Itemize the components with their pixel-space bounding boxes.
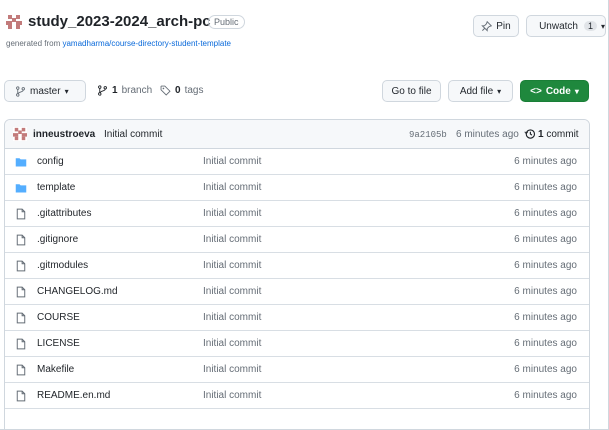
file-table: inneustroeva Initial commit 9a2105b 6 mi… — [4, 119, 590, 430]
file-commit-message[interactable]: Initial commit — [203, 234, 261, 245]
file-commit-message[interactable]: Initial commit — [203, 156, 261, 167]
latest-commit-row: inneustroeva Initial commit 9a2105b 6 mi… — [5, 120, 589, 149]
tags-link[interactable]: 0 tags — [160, 85, 203, 96]
file-name[interactable]: README.en.md — [37, 390, 110, 401]
add-file-label: Add file — [459, 85, 494, 97]
branch-name: master — [30, 85, 61, 97]
pin-label: Pin — [496, 20, 511, 32]
chevron-down-icon: ▾ — [497, 86, 502, 96]
file-row[interactable]: README.en.md Initial commit 6 minutes ago — [5, 383, 589, 409]
branch-icon — [98, 85, 107, 96]
file-icon — [16, 208, 26, 220]
file-icon — [16, 390, 26, 402]
file-row[interactable]: .gitattributes Initial commit 6 minutes ag… — [5, 201, 589, 227]
folder-icon — [15, 184, 27, 193]
file-name[interactable]: .gitattributes — [37, 208, 91, 219]
file-row[interactable]: LICENSE Initial commit 6 minutes ago — [5, 331, 589, 357]
repo-header: study_2023-2024_arch-pc Public generated… — [4, 10, 606, 60]
watch-count: 1 — [583, 21, 597, 31]
file-time: 6 minutes ago — [514, 338, 577, 349]
file-row[interactable]: CHANGELOG.md Initial commit 6 minutes ago — [5, 279, 589, 305]
chevron-down-icon: ▾ — [574, 86, 579, 96]
file-time: 6 minutes ago — [514, 234, 577, 245]
commit-count-link[interactable]: 1 commit — [538, 129, 579, 140]
branch-word: branch — [121, 85, 153, 96]
owner-avatar[interactable] — [6, 14, 22, 30]
tag-icon — [160, 85, 171, 96]
file-commit-message[interactable]: Initial commit — [203, 364, 261, 375]
file-name[interactable]: COURSE — [37, 312, 80, 323]
file-time: 6 minutes ago — [514, 312, 577, 323]
file-name[interactable]: template — [37, 182, 75, 193]
file-icon — [16, 286, 26, 298]
author-avatar[interactable] — [13, 127, 27, 141]
repo-page: study_2023-2024_arch-pc Public generated… — [0, 0, 609, 430]
folder-icon — [15, 158, 27, 167]
file-time: 6 minutes ago — [514, 208, 577, 219]
tag-count: 0 — [175, 85, 181, 96]
file-commit-message[interactable]: Initial commit — [203, 390, 261, 401]
file-name[interactable]: LICENSE — [37, 338, 80, 349]
file-commit-message[interactable]: Initial commit — [203, 208, 261, 219]
file-name[interactable]: .gitmodules — [37, 260, 88, 271]
commit-sha[interactable]: 9a2105b — [409, 130, 447, 140]
file-time: 6 minutes ago — [514, 364, 577, 375]
file-commit-message[interactable]: Initial commit — [203, 338, 261, 349]
visibility-badge: Public — [208, 15, 245, 29]
chevron-down-icon: ▾ — [600, 21, 605, 31]
file-icon — [16, 312, 26, 324]
unwatch-label: Unwatch — [539, 20, 578, 32]
commit-message[interactable]: Initial commit — [104, 129, 162, 140]
template-link[interactable]: yamadharma/course-directory-student-temp… — [62, 39, 231, 48]
file-commit-message[interactable]: Initial commit — [203, 182, 261, 193]
file-time: 6 minutes ago — [514, 182, 577, 193]
history-icon[interactable] — [524, 128, 536, 140]
repo-name[interactable]: study_2023-2024_arch-pc — [28, 13, 211, 30]
commit-time: 6 minutes ago — [456, 129, 519, 140]
code-label: Code — [545, 85, 571, 97]
file-time: 6 minutes ago — [514, 390, 577, 401]
file-commit-message[interactable]: Initial commit — [203, 260, 261, 271]
generated-prefix: generated from — [6, 39, 63, 48]
pin-button[interactable]: Pin — [473, 15, 519, 37]
file-icon — [16, 338, 26, 350]
chevron-down-icon: ▾ — [64, 86, 69, 96]
file-row[interactable]: COURSE Initial commit 6 minutes ago — [5, 305, 589, 331]
file-name[interactable]: Makefile — [37, 364, 74, 375]
file-row[interactable]: template Initial commit 6 minutes ago — [5, 175, 589, 201]
file-commit-message[interactable]: Initial commit — [203, 286, 261, 297]
file-commit-message[interactable]: Initial commit — [203, 312, 261, 323]
file-row[interactable]: .gitignore Initial commit 6 minutes ago — [5, 227, 589, 253]
commit-count: 1 — [538, 129, 544, 140]
commit-count-word: commit — [546, 129, 579, 140]
file-name[interactable]: CHANGELOG.md — [37, 286, 118, 297]
code-button[interactable]: <> Code ▾ — [520, 80, 589, 102]
add-file-button[interactable]: Add file ▾ — [448, 80, 513, 102]
file-time: 6 minutes ago — [514, 260, 577, 271]
file-row[interactable]: config Initial commit 6 minutes ago — [5, 149, 589, 175]
code-icon: <> — [530, 85, 542, 97]
file-time: 6 minutes ago — [514, 156, 577, 167]
pin-icon — [481, 20, 493, 32]
branches-link[interactable]: 1 branch — [97, 85, 152, 96]
generated-from: generated from yamadharma/course-directo… — [6, 39, 231, 48]
file-time: 6 minutes ago — [514, 286, 577, 297]
tag-word: tags — [184, 85, 204, 96]
branch-selector[interactable]: master ▾ — [4, 80, 86, 102]
file-icon — [16, 234, 26, 246]
branch-icon — [16, 85, 25, 97]
file-row[interactable]: .gitmodules Initial commit 6 minutes ago — [5, 253, 589, 279]
commit-author[interactable]: inneustroeva — [33, 129, 95, 140]
file-name[interactable]: config — [37, 156, 64, 167]
file-icon — [16, 260, 26, 272]
file-name[interactable]: .gitignore — [37, 234, 78, 245]
go-to-file-label: Go to file — [391, 85, 432, 97]
branch-count: 1 — [112, 85, 118, 96]
unwatch-button[interactable]: Unwatch 1 ▾ — [526, 15, 606, 37]
go-to-file-button[interactable]: Go to file — [382, 80, 441, 102]
file-row[interactable]: Makefile Initial commit 6 minutes ago — [5, 357, 589, 383]
file-icon — [16, 364, 26, 376]
